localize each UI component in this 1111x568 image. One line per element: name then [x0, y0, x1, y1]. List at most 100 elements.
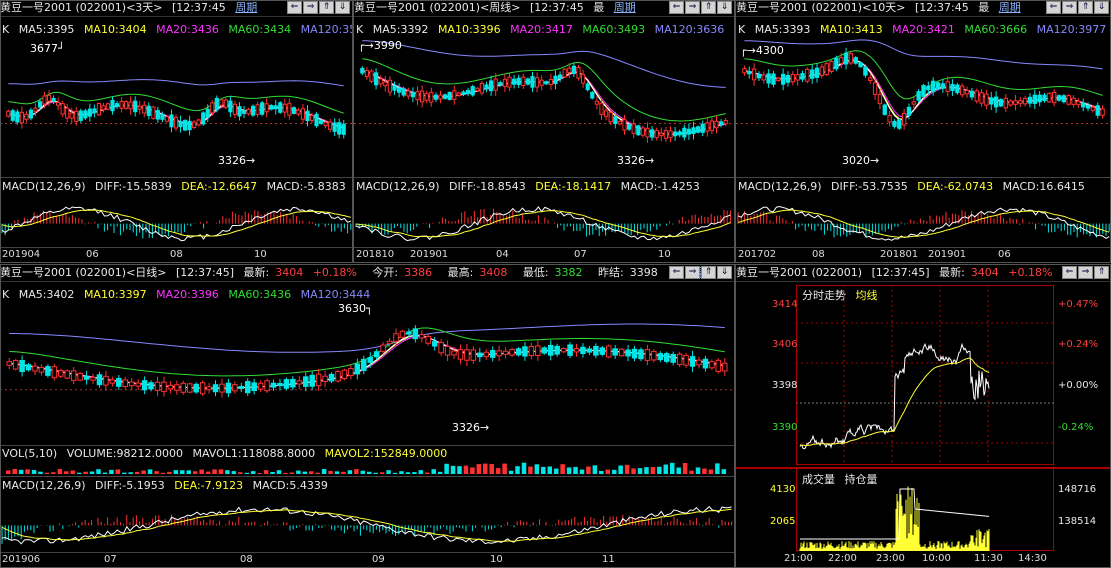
candle-body: [541, 347, 548, 354]
candle-body: [419, 90, 425, 103]
candle-body: [255, 104, 260, 115]
candle-body: [406, 331, 412, 335]
high-annotation: ┌→3990: [358, 39, 402, 52]
candlestick-chart[interactable]: [0, 303, 734, 443]
zoom-in-icon[interactable]: ⇑: [701, 266, 716, 279]
chart-panel-weekly[interactable]: 黄豆一号2001 (022001)<周线> [12:37:45 最 周期 ⇐ ⇒…: [354, 0, 734, 262]
candle-body: [479, 82, 485, 94]
scroll-left-icon[interactable]: ⇐: [1062, 266, 1077, 279]
candle-body: [128, 381, 135, 387]
cycle-link[interactable]: 周期: [999, 1, 1021, 14]
chart-panel-10day[interactable]: 黄豆一号2001 (022001)<10天> [12:37:45 最 周期 ⇐ …: [736, 0, 1111, 262]
candle-body: [283, 379, 290, 389]
chart-panel-intraday[interactable]: 黄豆一号2001 (022001) [12:37:45] 最新: 3404 +0.…: [736, 265, 1111, 568]
cycle-link[interactable]: 周期: [235, 1, 257, 14]
scroll-right-icon[interactable]: ⇒: [303, 1, 318, 14]
candle-body: [305, 110, 310, 122]
scroll-left-icon[interactable]: ⇐: [1046, 1, 1061, 14]
volume-bar: [450, 465, 456, 474]
candle-body: [638, 349, 644, 360]
volume-bar: [225, 470, 230, 474]
candle-body: [625, 349, 631, 357]
zoom-in-icon[interactable]: ⇑: [1078, 1, 1093, 14]
zoom-in-icon[interactable]: ⇑: [319, 1, 334, 14]
candle-body: [477, 352, 483, 358]
x-tick: 201906: [2, 554, 41, 565]
candle-body: [167, 384, 174, 390]
macd-legend: MACD(12,26,9) DIFF:-15.5839 DEA:-12.6647…: [2, 180, 352, 193]
zoom-in-icon[interactable]: ⇑: [701, 1, 716, 14]
intraday-price-chart[interactable]: [796, 285, 1054, 465]
candle-body: [373, 72, 379, 86]
scroll-left-icon[interactable]: ⇐: [669, 1, 684, 14]
volume-bar: [573, 466, 578, 474]
diff-value: DIFF:-5.1953: [95, 479, 165, 492]
scroll-left-icon[interactable]: ⇐: [669, 266, 684, 279]
ma5-value: MA5:3393: [754, 23, 811, 36]
volume-bar: [128, 472, 133, 474]
candle-body: [164, 116, 170, 122]
candle-body: [369, 70, 374, 82]
k-label: K: [2, 288, 10, 301]
candle-body: [433, 94, 439, 100]
volume-bar: [167, 471, 172, 474]
zoom-in-icon[interactable]: ⇑: [1094, 266, 1109, 279]
candle-body: [178, 121, 183, 128]
candle-body: [580, 73, 586, 84]
candle-body: [401, 88, 406, 96]
candle-body: [87, 108, 92, 117]
candle-body: [805, 68, 810, 82]
candlestick-chart[interactable]: [0, 38, 352, 176]
panel-time: [12:37:45: [915, 1, 969, 14]
volume-bar: [205, 471, 211, 474]
cycle-link[interactable]: 周期: [614, 1, 636, 14]
scroll-right-icon[interactable]: ⇒: [1062, 1, 1077, 14]
scroll-right-icon[interactable]: ⇒: [685, 1, 700, 14]
candle-body: [709, 120, 715, 131]
scroll-right-icon[interactable]: ⇒: [685, 266, 700, 279]
scroll-right-icon[interactable]: ⇒: [1078, 266, 1093, 279]
zoom-out-icon[interactable]: ⇓: [335, 1, 350, 14]
zoom-out-icon[interactable]: ⇓: [717, 266, 732, 279]
candle-body: [1022, 97, 1028, 105]
zoom-out-icon[interactable]: ⇓: [717, 1, 732, 14]
divider: [354, 177, 734, 178]
candle-body: [771, 73, 776, 85]
volume-bar: [495, 468, 501, 474]
candle-body: [940, 83, 946, 89]
x-tick: 08: [240, 554, 253, 565]
candle-body: [187, 120, 192, 131]
candle-body: [219, 99, 224, 106]
volume-bar: [141, 470, 146, 474]
volume-bar: [180, 470, 185, 474]
candle-body: [1090, 106, 1096, 111]
candle-body: [756, 73, 762, 79]
candle-body: [25, 364, 32, 371]
candle-body: [872, 82, 878, 95]
candle-body: [457, 349, 464, 360]
volume-bar: [186, 470, 192, 474]
candle-body: [594, 100, 600, 105]
candle-body: [863, 66, 868, 76]
candle-body: [493, 78, 498, 91]
scroll-left-icon[interactable]: ⇐: [287, 1, 302, 14]
x-tick: 04: [496, 249, 509, 260]
volume-bar: [644, 467, 649, 474]
candle-body: [580, 346, 586, 354]
candle-body: [553, 75, 558, 85]
zoom-out-icon[interactable]: ⇓: [1094, 1, 1109, 14]
chart-panel-daily[interactable]: 黄豆一号2001 (022001)<日线> [12:37:45] 最新: 3404…: [0, 265, 734, 568]
volume-bar: [276, 470, 282, 474]
chart-panel-3day[interactable]: 黄豆一号2001 (022001)<3天> [12:37:45 周期 ⇐ ⇒ ⇑…: [0, 0, 352, 262]
candlestick-chart[interactable]: [736, 38, 1111, 176]
volume-bar: [296, 470, 301, 474]
candlestick-chart[interactable]: [354, 38, 734, 176]
candle-body: [33, 107, 38, 112]
candle-body: [464, 349, 470, 361]
volume-bar: [682, 463, 688, 474]
candle-body: [425, 335, 431, 344]
candle-body: [341, 123, 346, 135]
volume-bar: [173, 470, 179, 474]
volume-bar: [631, 468, 636, 474]
open-price-group: 今开: 3386: [372, 266, 433, 279]
